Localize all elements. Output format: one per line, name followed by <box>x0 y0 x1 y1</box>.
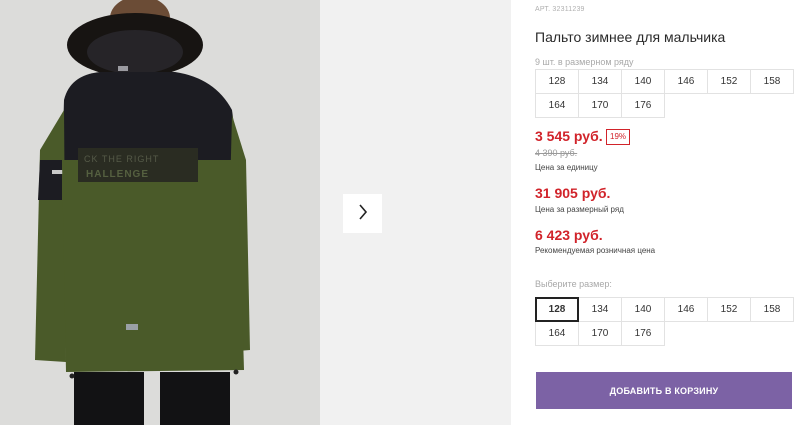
discount-badge: 19% <box>606 129 631 145</box>
size-row-cell: 158 <box>750 69 794 94</box>
svg-text:HALLENGE: HALLENGE <box>86 169 149 180</box>
size-option-140[interactable]: 140 <box>621 297 665 322</box>
coat-illustration: CK THE RIGHT HALLENGE <box>0 0 320 425</box>
size-row-price-note: Цена за размерный ряд <box>535 205 624 214</box>
next-image-button[interactable] <box>343 194 382 233</box>
old-price: 4 390 руб. <box>535 148 578 158</box>
size-option-152[interactable]: 152 <box>707 297 751 322</box>
size-row-cell: 152 <box>707 69 751 94</box>
size-option-158[interactable]: 158 <box>750 297 794 322</box>
size-row-cell: 176 <box>621 93 665 118</box>
size-option-176[interactable]: 176 <box>621 321 665 346</box>
unit-price-note: Цена за единицу <box>535 163 598 172</box>
size-row-caption: 9 шт. в размерном ряду <box>535 57 634 67</box>
recommended-retail-price-note: Рекомендуемая розничная цена <box>535 246 656 255</box>
add-to-cart-button[interactable]: ДОБАВИТЬ В КОРЗИНУ <box>536 372 792 409</box>
size-option-134[interactable]: 134 <box>578 297 622 322</box>
size-row-grid: 128 134 140 146 152 158 164 170 176 <box>535 69 794 118</box>
size-selector: 128 134 140 146 152 158 164 170 176 <box>535 297 794 346</box>
size-row-cell: 170 <box>578 93 622 118</box>
choose-size-caption: Выберите размер: <box>535 279 612 289</box>
size-row-cell: 134 <box>578 69 622 94</box>
product-photo[interactable]: CK THE RIGHT HALLENGE <box>0 0 320 425</box>
chevron-right-icon <box>358 204 368 223</box>
size-option-146[interactable]: 146 <box>664 297 708 322</box>
product-gallery: CK THE RIGHT HALLENGE <box>0 0 511 425</box>
size-row-cell: 164 <box>535 93 579 118</box>
size-row-price: 31 905 руб. <box>535 185 611 201</box>
recommended-retail-price: 6 423 руб. <box>535 227 603 243</box>
product-title: Пальто зимнее для мальчика <box>535 29 726 45</box>
product-info-panel: АРТ. 32311239 Пальто зимнее для мальчика… <box>535 0 795 425</box>
size-option-170[interactable]: 170 <box>578 321 622 346</box>
size-option-128[interactable]: 128 <box>535 297 579 322</box>
product-sku: АРТ. 32311239 <box>535 6 585 13</box>
size-row-cell: 140 <box>621 69 665 94</box>
size-row-cell: 146 <box>664 69 708 94</box>
size-row-cell: 128 <box>535 69 579 94</box>
unit-price: 3 545 руб. <box>535 128 603 144</box>
svg-text:CK THE RIGHT: CK THE RIGHT <box>84 154 159 164</box>
size-option-164[interactable]: 164 <box>535 321 579 346</box>
